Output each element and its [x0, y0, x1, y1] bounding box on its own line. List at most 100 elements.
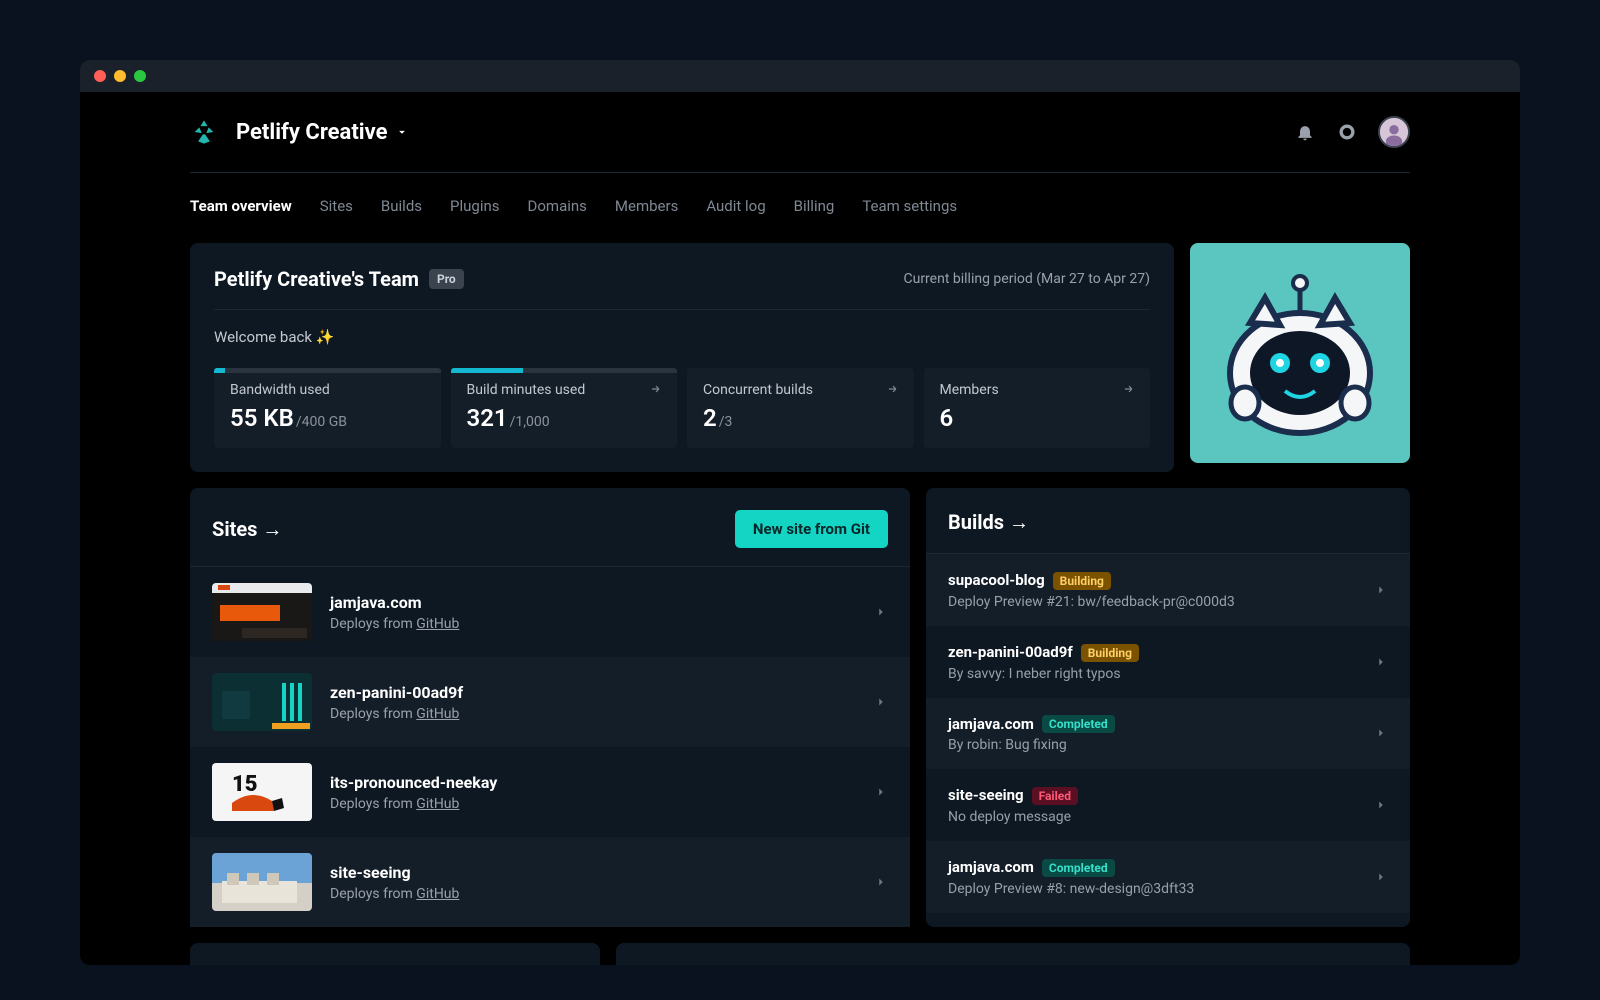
build-row[interactable]: jamjava.com Completed By robin: Bug fixing — [926, 698, 1410, 770]
sites-panel-title[interactable]: Sites → — [212, 517, 282, 542]
build-message: Deploy Preview #21: bw/feedback-pr@c000d… — [948, 594, 1235, 610]
panel-stub — [190, 943, 600, 965]
builds-panel-title[interactable]: Builds → — [948, 510, 1029, 535]
site-name: its-pronounced-neekay — [330, 773, 497, 792]
build-info: zen-panini-00ad9f Building By savvy: I neb… — [948, 642, 1139, 682]
tab-billing[interactable]: Billing — [794, 197, 835, 215]
site-info: jamjava.com Deploys from GitHub — [330, 593, 459, 632]
stat-label: Build minutes used — [467, 382, 662, 398]
tab-audit-log[interactable]: Audit log — [706, 197, 765, 215]
arrow-right-icon — [886, 382, 900, 396]
builds-list: supacool-blog Building Deploy Preview #21:… — [926, 554, 1410, 913]
billing-period-label: Current billing period (Mar 27 to Apr 27… — [903, 271, 1150, 287]
bell-icon — [1295, 122, 1315, 142]
stat-label: Concurrent builds — [703, 382, 898, 398]
build-name: supacool-blog — [948, 571, 1045, 589]
chevron-right-icon — [874, 785, 888, 799]
tab-builds[interactable]: Builds — [381, 197, 422, 215]
user-avatar[interactable] — [1378, 116, 1410, 148]
stat-label: Bandwidth used — [230, 382, 425, 398]
chevron-right-icon — [874, 695, 888, 709]
site-row[interactable]: site-seeingDeploys from GitHub — [190, 837, 910, 927]
tab-members[interactable]: Members — [615, 197, 678, 215]
sites-list: jamjava.comDeploys from GitHubzen-panini… — [190, 567, 910, 927]
build-name: jamjava.com — [948, 858, 1034, 876]
chevron-right-icon — [874, 875, 888, 889]
build-name: jamjava.com — [948, 715, 1034, 733]
site-info: site-seeingDeploys from GitHub — [330, 863, 459, 902]
stat-card[interactable]: Bandwidth used 55 KB/400 GB — [214, 368, 441, 448]
build-message: Deploy Preview #8: new-design@3dft33 — [948, 881, 1194, 897]
stat-value: 55 KB/400 GB — [230, 404, 425, 432]
build-info: jamjava.com Completed By robin: Bug fixing — [948, 714, 1115, 754]
app-window: Petlify Creative Team overview Sites Build… — [80, 60, 1520, 965]
stat-value: 2/3 — [703, 404, 898, 432]
team-overview-card: Petlify Creative's Team Pro Current bill… — [190, 243, 1174, 472]
build-message: By savvy: I neber right typos — [948, 666, 1139, 682]
stats-row: Bandwidth used 55 KB/400 GB Build minutes … — [214, 368, 1150, 448]
window-close-button[interactable] — [94, 70, 106, 82]
stat-label: Members — [940, 382, 1135, 398]
header-bar: Petlify Creative — [190, 116, 1410, 148]
site-deploy-source: Deploys from GitHub — [330, 886, 459, 902]
chevron-right-icon — [1374, 726, 1388, 740]
site-info: its-pronounced-neekayDeploys from GitHub — [330, 773, 497, 812]
build-message: By robin: Bug fixing — [948, 737, 1115, 753]
build-row[interactable]: supacool-blog Building Deploy Preview #21:… — [926, 554, 1410, 626]
site-row[interactable]: 15 its-pronounced-neekayDeploys from GitH… — [190, 747, 910, 837]
site-deploy-source: Deploys from GitHub — [330, 616, 459, 632]
chevron-right-icon — [874, 605, 888, 619]
team-selector[interactable]: Petlify Creative — [236, 120, 409, 145]
site-row[interactable]: zen-panini-00ad9f Deploys from GitHub — [190, 657, 910, 747]
tab-sites[interactable]: Sites — [320, 197, 353, 215]
stat-value: 6 — [940, 404, 1135, 432]
site-name: jamjava.com — [330, 593, 459, 612]
nav-tabs: Team overview Sites Builds Plugins Domains Me… — [190, 172, 1410, 233]
build-row[interactable]: zen-panini-00ad9f Building By savvy: I neb… — [926, 626, 1410, 698]
chevron-right-icon — [1374, 870, 1388, 884]
build-status-badge: Building — [1053, 572, 1111, 590]
notifications-button[interactable] — [1294, 121, 1316, 143]
build-row[interactable]: jamjava.com Completed Deploy Preview #8: n… — [926, 841, 1410, 913]
build-info: supacool-blog Building Deploy Preview #21:… — [948, 570, 1235, 610]
avatar-icon — [1380, 118, 1408, 146]
site-thumbnail — [212, 853, 312, 911]
tab-plugins[interactable]: Plugins — [450, 197, 499, 215]
chevron-right-icon — [1374, 798, 1388, 812]
build-info: jamjava.com Completed Deploy Preview #8: n… — [948, 857, 1194, 897]
sites-panel: Sites → New site from Git jamjava.com Dep… — [190, 488, 910, 927]
tab-team-settings[interactable]: Team settings — [862, 197, 957, 215]
new-site-button[interactable]: New site from Git — [735, 510, 888, 548]
circle-icon — [1337, 122, 1357, 142]
window-titlebar — [80, 60, 1520, 92]
panel-stub — [616, 943, 1410, 965]
build-row[interactable]: site-seeingFailedNo deploy message — [926, 769, 1410, 841]
site-name: zen-panini-00ad9f — [330, 683, 463, 702]
window-maximize-button[interactable] — [134, 70, 146, 82]
site-deploy-source: Deploys from GitHub — [330, 706, 463, 722]
brand-logo-icon — [190, 118, 218, 146]
team-name-label: Petlify Creative — [236, 120, 387, 145]
builds-panel: Builds → supacool-blog Building Deploy Pre… — [926, 488, 1410, 927]
plan-badge: Pro — [429, 269, 464, 289]
build-name: zen-panini-00ad9f — [948, 643, 1073, 661]
tab-domains[interactable]: Domains — [528, 197, 587, 215]
header-actions — [1294, 116, 1410, 148]
stat-value: 321/1,000 — [467, 404, 662, 432]
stat-card[interactable]: Build minutes used 321/1,000 — [451, 368, 678, 448]
tab-team-overview[interactable]: Team overview — [190, 197, 292, 215]
build-status-badge: Completed — [1042, 715, 1115, 733]
arrow-right-icon — [1122, 382, 1136, 396]
build-status-badge: Building — [1081, 644, 1139, 662]
build-status-badge: Completed — [1042, 859, 1115, 877]
build-name: site-seeing — [948, 786, 1024, 804]
team-card-title: Petlify Creative's Team — [214, 267, 419, 291]
activity-button[interactable] — [1336, 121, 1358, 143]
stat-card[interactable]: Concurrent builds 2/3 — [687, 368, 914, 448]
chevron-right-icon — [1374, 655, 1388, 669]
build-message: No deploy message — [948, 809, 1078, 825]
svg-text:15: 15 — [232, 772, 258, 797]
site-row[interactable]: jamjava.com Deploys from GitHub — [190, 567, 910, 657]
stat-card[interactable]: Members 6 — [924, 368, 1151, 448]
window-minimize-button[interactable] — [114, 70, 126, 82]
